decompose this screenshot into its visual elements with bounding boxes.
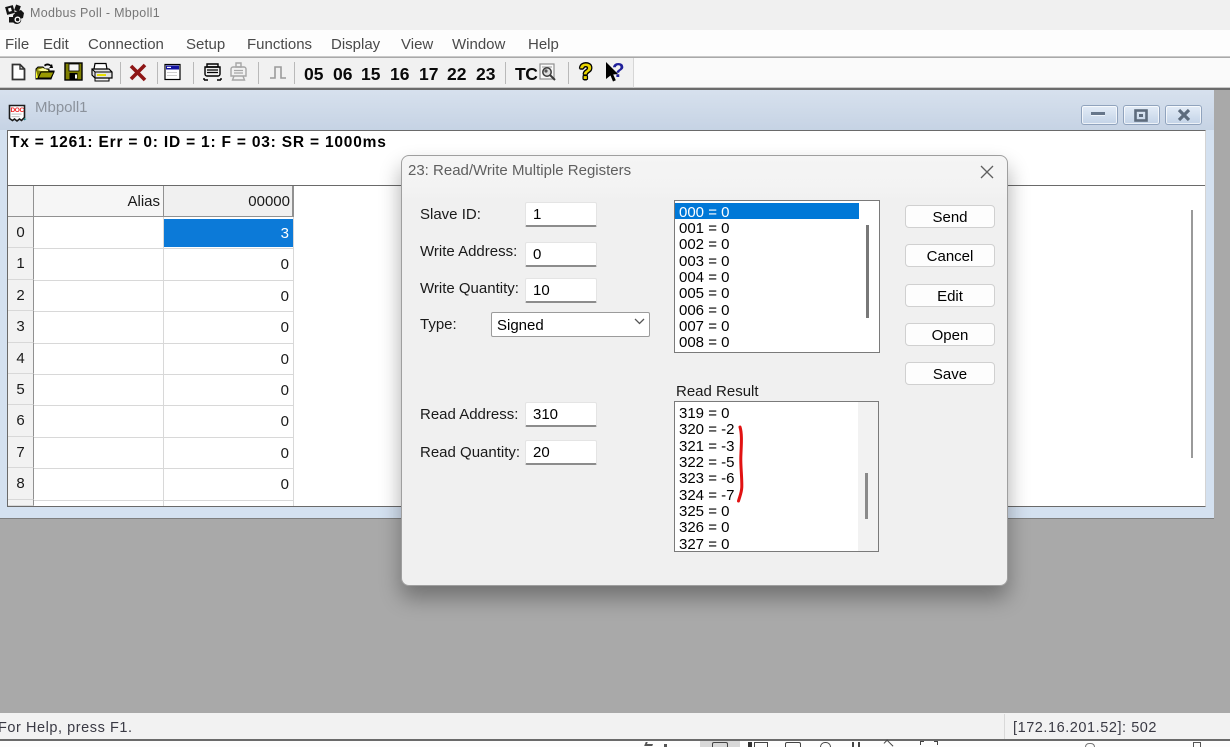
svg-text:DOC: DOC (11, 107, 25, 114)
